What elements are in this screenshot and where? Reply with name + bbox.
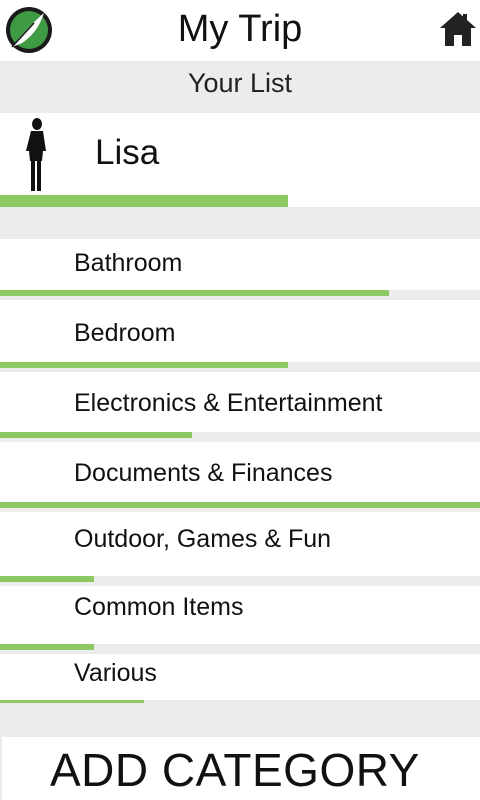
- category-progress-fill: [0, 432, 192, 438]
- decorative-border: [0, 737, 2, 800]
- list-subheader: Your List: [0, 61, 480, 113]
- category-label: Electronics & Entertainment: [74, 389, 383, 417]
- person-name: Lisa: [95, 133, 160, 172]
- category-progress-fill: [0, 644, 94, 650]
- category-progress-bar: [0, 502, 480, 512]
- category-label: Common Items: [74, 593, 244, 621]
- person-row[interactable]: Lisa: [0, 113, 480, 195]
- category-item[interactable]: Bathroom: [0, 239, 480, 309]
- category-progress-fill: [0, 502, 480, 508]
- person-silhouette-icon: [26, 118, 46, 191]
- category-progress-bar: [0, 362, 480, 372]
- section-divider: [0, 703, 480, 737]
- person-progress-fill: [0, 195, 288, 207]
- category-label: Outdoor, Games & Fun: [74, 525, 332, 553]
- category-label: Bedroom: [74, 319, 176, 347]
- category-progress-fill: [0, 576, 94, 582]
- add-category-label: ADD CATEGORY: [50, 744, 420, 796]
- category-label: Documents & Finances: [74, 459, 333, 487]
- person-progress-bar: [0, 195, 480, 207]
- app-header: My Trip: [0, 0, 480, 60]
- category-item[interactable]: Outdoor, Games & Fun: [0, 517, 480, 586]
- category-item[interactable]: Bedroom: [0, 309, 480, 379]
- category-progress-bar: [0, 290, 480, 300]
- category-progress-bar: [0, 432, 480, 442]
- home-icon[interactable]: [438, 10, 478, 48]
- category-item[interactable]: Documents & Finances: [0, 449, 480, 517]
- section-divider: [0, 207, 480, 239]
- category-label: Bathroom: [74, 249, 183, 277]
- category-progress-fill: [0, 290, 389, 296]
- category-progress-fill: [0, 362, 288, 368]
- category-item[interactable]: Electronics & Entertainment: [0, 379, 480, 449]
- category-item[interactable]: Common Items: [0, 585, 480, 654]
- add-category-button[interactable]: ADD CATEGORY: [0, 737, 480, 800]
- category-label: Various: [74, 659, 157, 687]
- page-title: My Trip: [177, 8, 303, 50]
